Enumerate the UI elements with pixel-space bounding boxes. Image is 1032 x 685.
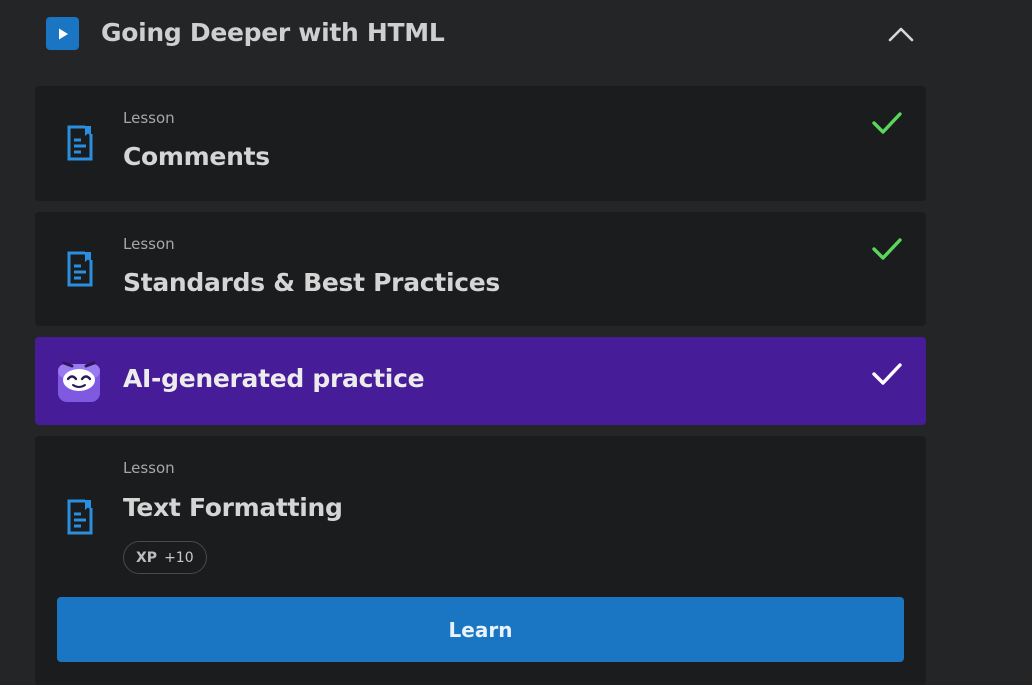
lesson-card-comments[interactable]: Lesson Comments <box>35 86 926 201</box>
lesson-kicker: Lesson <box>123 109 175 127</box>
lesson-card-text-formatting: Lesson Text Formatting XP +10 Learn <box>35 436 926 685</box>
chevron-up-icon[interactable] <box>885 20 917 48</box>
lesson-kicker: Lesson <box>123 459 175 477</box>
xp-badge: XP +10 <box>123 541 207 574</box>
document-icon <box>65 250 95 292</box>
section-header[interactable]: Going Deeper with HTML <box>35 0 926 68</box>
check-icon <box>871 361 903 391</box>
lesson-title: Text Formatting <box>123 493 343 522</box>
ai-practice-title: AI-generated practice <box>123 364 425 393</box>
check-icon <box>871 110 903 140</box>
ai-mascot-icon <box>56 358 102 408</box>
play-icon <box>46 17 79 50</box>
lesson-title: Comments <box>123 142 270 171</box>
ai-practice-card[interactable]: AI-generated practice <box>35 337 926 425</box>
check-icon <box>871 236 903 266</box>
course-section: Going Deeper with HTML Lesson Comments L… <box>0 0 1032 685</box>
xp-value: +10 <box>164 549 194 566</box>
lesson-kicker: Lesson <box>123 235 175 253</box>
lesson-card-standards[interactable]: Lesson Standards & Best Practices <box>35 212 926 326</box>
document-icon <box>65 498 95 540</box>
section-title: Going Deeper with HTML <box>101 18 445 47</box>
xp-label: XP <box>136 549 158 566</box>
document-icon <box>65 124 95 166</box>
learn-button[interactable]: Learn <box>57 597 904 662</box>
lesson-title: Standards & Best Practices <box>123 268 500 297</box>
